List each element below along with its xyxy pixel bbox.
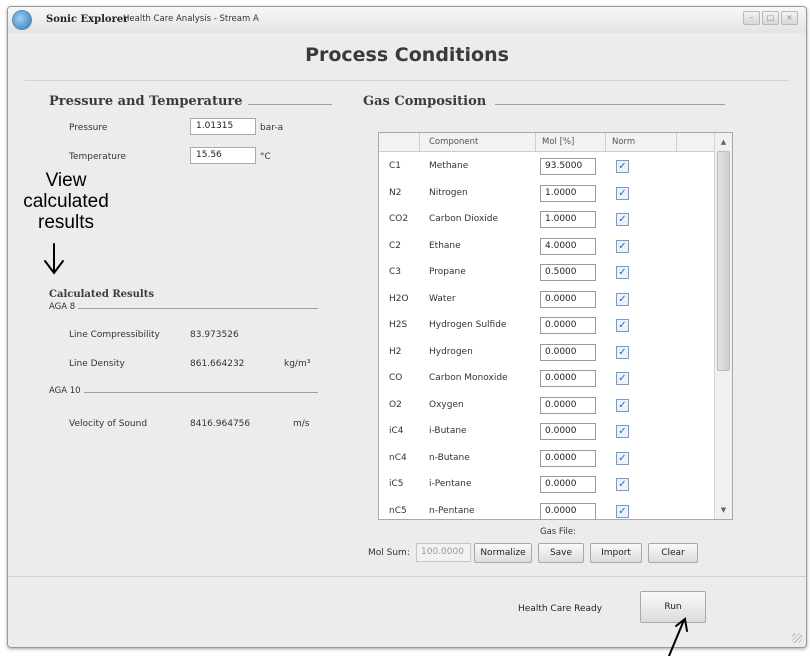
down-arrow-icon	[44, 243, 64, 275]
annotation-overlay	[44, 243, 688, 656]
screenshot: Sonic Explorer Health Care Analysis - St…	[0, 0, 810, 656]
up-arrow-icon	[668, 617, 688, 656]
